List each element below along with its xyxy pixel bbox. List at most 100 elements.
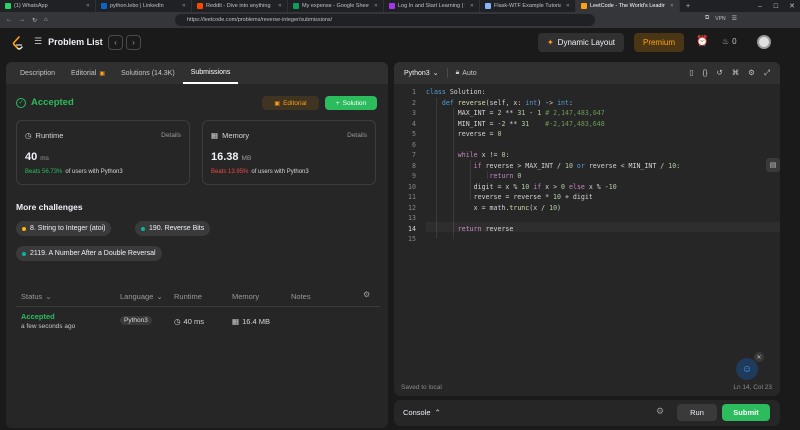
line-number: 6: [412, 140, 416, 149]
memory-chip-icon: ▦: [211, 131, 219, 140]
browser-tab-label: python.lebo | LinkedIn: [110, 3, 164, 9]
close-tab-icon[interactable]: ✕: [278, 3, 282, 9]
streak-counter[interactable]: ♨ 0: [722, 37, 737, 46]
menu-icon[interactable]: ☰: [732, 15, 737, 22]
line-number: 2: [412, 98, 416, 107]
challenge-chip-reverse-bits[interactable]: 190. Reverse Bits: [135, 221, 211, 236]
close-feedback-icon[interactable]: ✕: [754, 352, 764, 362]
feedback-chat-icon[interactable]: ☺: [736, 358, 758, 380]
row-status[interactable]: Accepted: [21, 312, 55, 321]
browser-tab[interactable]: My expense - Google Sheets ✕: [288, 0, 384, 12]
shortcuts-icon[interactable]: ⌘: [732, 68, 740, 78]
submit-button[interactable]: Submit: [722, 404, 770, 421]
next-problem-button[interactable]: ›: [126, 35, 141, 50]
settings-gear-icon[interactable]: ⚙: [363, 290, 370, 299]
clock-icon: ◷: [174, 317, 181, 326]
line-number: 14: [408, 224, 416, 233]
memory-title: Memory: [222, 131, 250, 140]
autocomplete-mode[interactable]: 🔒︎ Auto: [456, 69, 477, 77]
settings-icon[interactable]: ⚙: [748, 68, 755, 78]
back-icon[interactable]: ←: [6, 17, 12, 23]
close-tab-icon[interactable]: ✕: [670, 3, 674, 9]
tab-submissions[interactable]: Submissions: [182, 62, 239, 84]
browser-tab[interactable]: Reddit - Dive into anything ✕: [192, 0, 288, 12]
dynamic-layout-button[interactable]: ✦ Dynamic Layout: [538, 33, 624, 52]
forward-icon[interactable]: →: [19, 17, 25, 23]
window-minimize-button[interactable]: –: [752, 3, 768, 10]
close-tab-icon[interactable]: ✕: [566, 3, 570, 9]
runtime-value: 40: [25, 151, 38, 163]
line-number: 12: [408, 203, 416, 212]
book-icon: ▣: [274, 100, 281, 107]
reset-icon[interactable]: ↺: [716, 68, 722, 78]
browser-tab[interactable]: Log In and Start Learning | Udemy ✕: [384, 0, 480, 12]
runtime-details-link[interactable]: Details: [161, 132, 181, 139]
vpn-badge[interactable]: VPN: [715, 16, 725, 22]
line-number: 9: [412, 172, 416, 180]
runtime-card[interactable]: ◷ Runtime Details 40 ms Beats 56.73% of …: [16, 120, 190, 185]
language-select[interactable]: Python3 ⌄: [404, 69, 439, 78]
home-icon[interactable]: ⌂: [44, 17, 48, 23]
tab-solutions[interactable]: Solutions (14.3K): [113, 62, 183, 84]
reload-icon[interactable]: ↻: [32, 17, 37, 24]
code-area[interactable]: 1 2 3 4 5 6 7 8 9 10 11 12 13 14 15 class Solution: de…: [394, 86, 780, 376]
status-column-header[interactable]: Status ⌄: [21, 292, 52, 301]
row-runtime: ◷ 40 ms: [174, 317, 204, 326]
alarm-clock-icon[interactable]: ⏰: [696, 36, 708, 47]
avatar[interactable]: [757, 35, 771, 49]
chevron-down-icon: ⌄: [156, 292, 163, 301]
console-toggle[interactable]: Console ⌃: [403, 408, 441, 417]
chevron-down-icon: ⌄: [45, 292, 52, 301]
memory-unit: MB: [241, 155, 252, 162]
browser-tab[interactable]: LeetCode - The World's Leading ✕: [576, 0, 680, 12]
sparkle-icon: ✦: [546, 38, 554, 47]
browser-tab-strip: (1) WhatsApp ✕ python.lebo | LinkedIn ✕ Redd…: [0, 0, 800, 12]
accepted-label: Accepted: [31, 97, 74, 108]
memory-details-link[interactable]: Details: [347, 132, 367, 139]
close-tab-icon[interactable]: ✕: [470, 3, 474, 9]
fullscreen-icon[interactable]: ⤢: [764, 68, 770, 78]
left-tabs: Description Editorial ▣ Solutions (14.3K)…: [6, 62, 388, 84]
close-tab-icon[interactable]: ✕: [374, 3, 378, 9]
editorial-button[interactable]: ▣ Editorial: [262, 96, 319, 110]
favicon-icon: [581, 3, 587, 9]
premium-button[interactable]: Premium: [634, 33, 684, 52]
tab-description[interactable]: Description: [12, 62, 63, 84]
prev-problem-button[interactable]: ‹: [108, 35, 123, 50]
runtime-beats: Beats 56.73%: [25, 169, 63, 175]
address-bar[interactable]: https://leetcode.com/problems/reverse-in…: [175, 14, 595, 26]
bookmark-icon[interactable]: ▯: [689, 68, 693, 78]
tab-editorial[interactable]: Editorial ▣: [63, 62, 113, 84]
close-tab-icon[interactable]: ✕: [182, 3, 186, 9]
lock-icon: 🔒︎: [455, 69, 460, 76]
problem-list-link[interactable]: ☰ Problem List: [34, 36, 103, 47]
braces-icon[interactable]: {}: [702, 68, 707, 78]
notes-side-icon[interactable]: ▤: [766, 158, 780, 172]
close-tab-icon[interactable]: ✕: [86, 3, 90, 9]
notes-column-header: Notes: [291, 292, 311, 301]
cursor-position: Ln 14, Col 23: [733, 384, 772, 391]
run-button[interactable]: Run: [677, 404, 717, 421]
leetcode-logo[interactable]: [12, 36, 24, 50]
memory-card[interactable]: ▦ Memory Details 16.38 MB Beats 13.95% o…: [202, 120, 376, 185]
browser-tab[interactable]: python.lebo | LinkedIn ✕: [96, 0, 192, 12]
line-number: 7: [412, 151, 416, 159]
challenge-chip-atoi[interactable]: 8. String to Integer (atoi): [16, 221, 112, 236]
challenge-chip-double-reversal[interactable]: 2119. A Number After a Double Reversal: [16, 246, 162, 261]
memory-chip-icon: ▦: [232, 317, 240, 326]
extensions-icon[interactable]: ⧉: [705, 15, 709, 22]
browser-tab[interactable]: Flask-WTF Example Tutorial ✕: [480, 0, 576, 12]
browser-tab-label: Flask-WTF Example Tutorial: [494, 3, 561, 9]
solution-button[interactable]: + Solution: [325, 96, 377, 110]
favicon-icon: [101, 3, 107, 9]
browser-tab-label: Reddit - Dive into anything: [206, 3, 271, 9]
language-column-header[interactable]: Language ⌄: [120, 292, 163, 301]
browser-tab-label: Log In and Start Learning | Udemy: [398, 3, 465, 9]
debug-icon[interactable]: ⚙: [656, 406, 664, 417]
new-tab-button[interactable]: +: [680, 3, 696, 10]
window-maximize-button[interactable]: ☐: [768, 3, 784, 10]
browser-tab[interactable]: (1) WhatsApp ✕: [0, 0, 96, 12]
table-row[interactable]: Accepted a few seconds ago Python3 ◷ 40 m…: [6, 308, 388, 338]
chevron-down-icon: ⌄: [432, 70, 439, 77]
window-close-button[interactable]: ✕: [784, 2, 800, 10]
